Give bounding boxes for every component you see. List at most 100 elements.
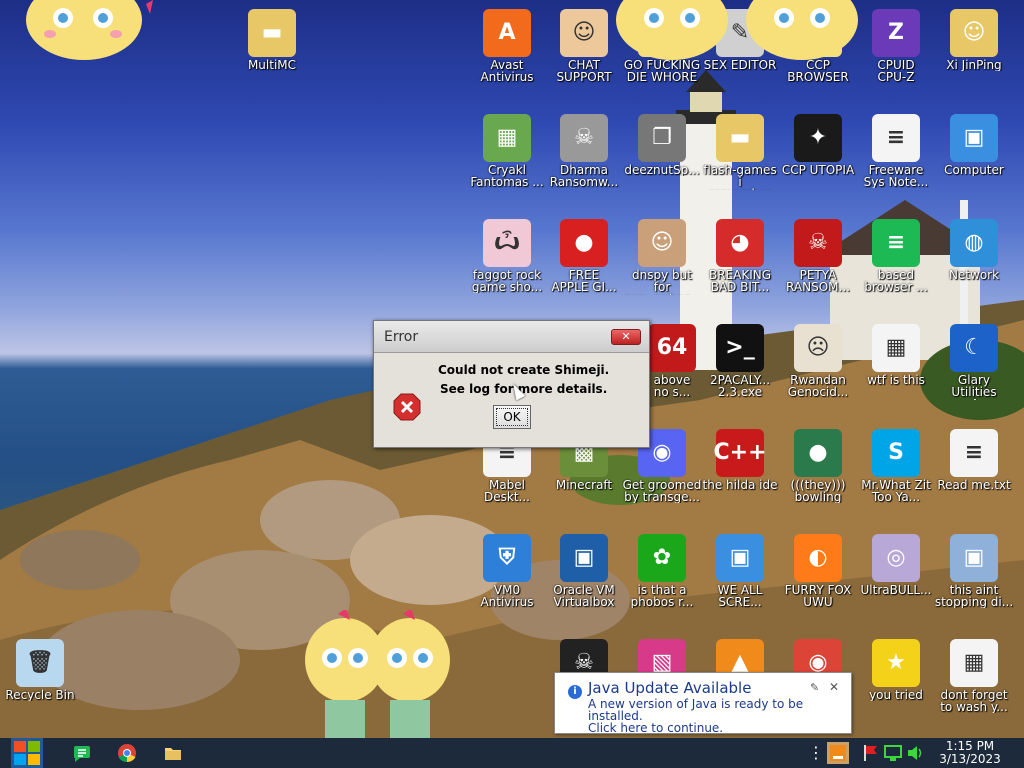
desktop-icon-multimc[interactable]: ▬ MultiMC [232,5,312,110]
skull-icon: ☠ [560,114,608,162]
taskbar-clock[interactable]: 1:15 PM 3/13/2023 [935,740,1005,766]
desktop-icon-label: Minecraft [555,479,613,491]
desktop-icon-label: WE ALL SCRE... [717,584,763,608]
desktop-icon-label: Get groomed by transge... [622,479,702,503]
desktop-icon-label: the hilda ide [702,479,778,491]
calendar-doc-icon: ▦ [950,639,998,687]
document-icon: ≡ [950,429,998,477]
green-chat-icon[interactable] [72,743,92,763]
desktop-icon-label: MultiMC [247,59,297,71]
dialog-close-button[interactable]: ✕ [611,328,641,345]
network-tray-icon[interactable] [883,743,903,763]
desktop-icon-label: Glary Utilities 4 [951,374,997,400]
folder-icon: ▬ [716,114,764,162]
desktop-icon-they-bowling[interactable]: ● (((they))) bowling [778,425,858,530]
desktop-icon-skype[interactable]: S Mr.What Zit Too Ya... [856,425,936,530]
computer-icon: ▣ [950,534,998,582]
computer-icon: ▣ [950,114,998,162]
desktop-icon-ultrabull[interactable]: ◎ UltraBULL... [856,530,936,635]
desktop-icon-free-apple[interactable]: ● FREE APPLE GI... [544,215,624,320]
chrome-icon[interactable] [117,743,137,763]
pink-character-icon: ѽ [483,219,531,267]
desktop-icon-based-browser[interactable]: ≡ based browser ... [856,215,936,320]
support-person-icon: ☺ [560,9,608,57]
desktop-icon-2pacaly[interactable]: >_ 2PACALY... 2.3.exe [700,320,780,425]
chat-icon: ≡ [872,219,920,267]
skull-icon: ☠ [794,219,842,267]
windows-start-icon[interactable] [11,738,43,768]
desktop-icon-oracle-vm[interactable]: ▣ Oracle VM Virtualbox [544,530,624,635]
desktop-icon-label: VM0 Antivirus [480,584,534,608]
desktop-icon-deeznut[interactable]: ❐ deeznutSp... [622,110,702,215]
desktop-icon-cpuid[interactable]: Z CPUID CPU-Z [856,5,936,110]
desktop-icon-label: is that a phobos r... [630,584,694,608]
notification-close-button[interactable]: ✕ [829,680,839,694]
desktop-icon-label: wtf is this [867,374,925,386]
pin-icon[interactable]: ✎ [810,681,819,694]
desktop-icon-label: Network [948,269,1000,281]
computer-icon: ▣ [716,534,764,582]
skype-icon: S [872,429,920,477]
desktop-icon-dnspy[interactable]: ☺dnspy but for non .net pr... [622,215,702,320]
dialog-titlebar[interactable]: Error ✕ [374,321,649,353]
desktop-icon-avast[interactable]: A Avast Antivirus [467,5,547,110]
cartoon-sticker-top-left[interactable] [18,0,153,62]
desktop-icon-wtf[interactable]: ▦ wtf is this [856,320,936,425]
desktop-icon-read-me[interactable]: ≡ Read me.txt [934,425,1014,530]
desktop-icon-label: dont forget to wash y... [940,689,1008,713]
desktop-icon-label: Rwandan Genocid... [787,374,849,398]
desktop-icon-label: 2PACALY... 2.3.exe [709,374,771,398]
desktop-icon-rwandan[interactable]: ☹ Rwandan Genocid... [778,320,858,425]
desktop-icon-recycle-bin[interactable]: 🗑 Recycle Bin [0,635,80,740]
desktop-icon-hilda-ide[interactable]: C++ the hilda ide [700,425,780,530]
desktop-icon-furry-fox[interactable]: ◐ FURRY FOX UWU [778,530,858,635]
desktop-icon-we-all-scre[interactable]: ▣ WE ALL SCRE... [700,530,780,635]
desktop-icon-label: Freeware Sys Note... [863,164,929,188]
desktop-icon-ccp-utopia[interactable]: ✦ CCP UTOPIA [778,110,858,215]
cartoon-sticker-bottom[interactable] [300,610,460,738]
desktop-icon-dharma[interactable]: ☠ Dharma Ransomw... [544,110,624,215]
desktop-icon-breaking-bad[interactable]: ◕ BREAKING BAD BIT... [700,215,780,320]
desktop-icon-petya[interactable]: ☠ PETYA RANSOM... [778,215,858,320]
desktop-icon-you-tried[interactable]: ★ you tried [856,635,936,740]
desktop-icon-label: (((they))) bowling [790,479,846,503]
document-icon: ≡ [872,114,920,162]
file-explorer-icon[interactable] [163,743,183,763]
info-icon: i [568,685,582,699]
network-icon: ◍ [950,219,998,267]
dialog-message-line1: Could not create Shimeji. [438,363,610,377]
java-tray-icon[interactable] [827,742,849,764]
star-icon: ★ [872,639,920,687]
desktop-icon-label: Mabel Deskt... [484,479,530,503]
desktop-icon-faggot-rock[interactable]: ѽ faggot rock game sho... [467,215,547,320]
desktop-icon-flash-games[interactable]: ▬flash-games i remember [700,110,780,215]
cpu-z-icon: Z [872,9,920,57]
overflow-dots-icon[interactable]: ⋮ [806,743,826,763]
flag-icon[interactable] [860,743,880,763]
desktop-icon-this-aint[interactable]: ▣ this aint stopping di... [934,530,1014,635]
desktop-icon-computer[interactable]: ▣ Computer [934,110,1014,215]
volume-icon[interactable] [905,743,925,763]
desktop-icon-label: UltraBULL... [860,584,932,596]
notification-message-line1: A new version of Java is ready to be ins… [588,697,804,723]
firefox-icon: ◐ [794,534,842,582]
notification-action-link[interactable]: Click here to continue. [588,722,851,734]
desktop-icon-cryakl[interactable]: ▦ Cryakl Fantomas ... [467,110,547,215]
desktop-icon-phobos[interactable]: ✿ is that a phobos r... [622,530,702,635]
desktop-icon-glary[interactable]: ☾Glary Utilities 4 [934,320,1014,425]
java-update-notification[interactable]: i Java Update Available A new version of… [554,672,852,734]
moon-icon: ☾ [950,324,998,372]
desktop-icon-vm0[interactable]: ⛨ VM0 Antivirus [467,530,547,635]
cartoon-sticker-top[interactable] [612,0,862,62]
ok-button[interactable]: OK [493,405,531,429]
virtualbox-icon: ▣ [560,534,608,582]
desktop-icon-network[interactable]: ◍ Network [934,215,1014,320]
desktop-icon-xi-jinping[interactable]: ☺ Xi JinPing [934,5,1014,110]
desktop-icon-dont-forget[interactable]: ▦ dont forget to wash y... [934,635,1014,740]
desktop-icon-label: faggot rock game sho... [471,269,543,293]
desktop-icon-label: Dharma Ransomw... [549,164,619,188]
desktop-icon-freeware[interactable]: ≡ Freeware Sys Note... [856,110,936,215]
desktop-icon-label: Computer [944,164,1004,176]
desktop-icon-label: BREAKING BAD BIT... [708,269,772,293]
notification-title: Java Update Available [588,679,752,697]
